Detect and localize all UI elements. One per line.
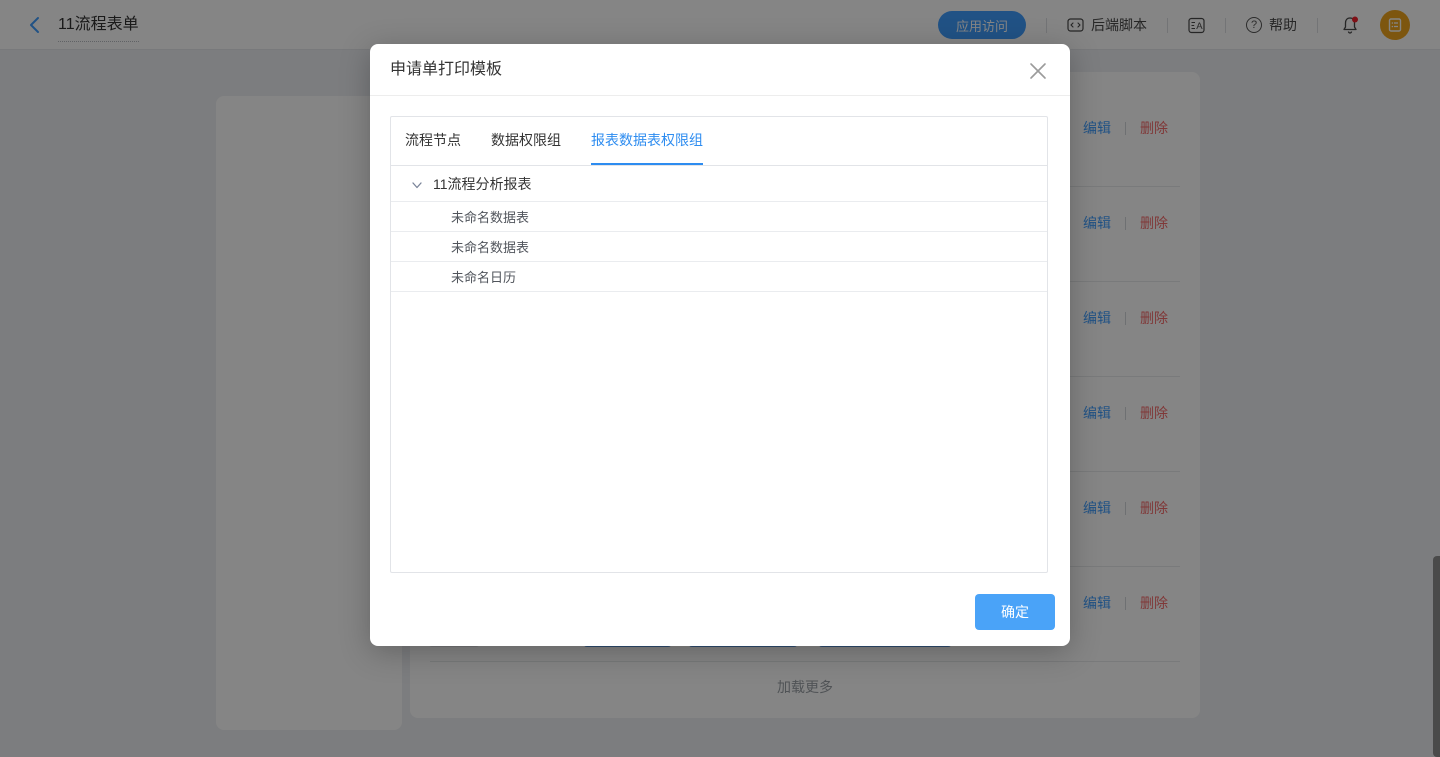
tab-data-permission-group[interactable]: 数据权限组 bbox=[491, 117, 561, 165]
dialog-title: 申请单打印模板 bbox=[390, 44, 502, 96]
permissions-panel: 流程节点 数据权限组 报表数据表权限组 11流程分析报表 未命名数据表 未命名数… bbox=[390, 116, 1048, 573]
tab-process-nodes[interactable]: 流程节点 bbox=[405, 117, 461, 165]
tree-node-report-root[interactable]: 11流程分析报表 bbox=[391, 166, 1047, 202]
tree-leaf-label: 未命名数据表 bbox=[451, 237, 529, 256]
close-icon[interactable] bbox=[1028, 61, 1048, 81]
tree-leaf-datasheet-1[interactable]: 未命名数据表 bbox=[391, 202, 1047, 232]
print-template-dialog: 申请单打印模板 流程节点 数据权限组 报表数据表权限组 11流程分析报表 未命名… bbox=[370, 44, 1070, 646]
dialog-header: 申请单打印模板 bbox=[370, 44, 1070, 96]
tree-leaf-datasheet-2[interactable]: 未命名数据表 bbox=[391, 232, 1047, 262]
tree-node-label: 11流程分析报表 bbox=[433, 174, 532, 194]
app-window: 11流程表单 应用访问 后端脚本 A ? 帮助 bbox=[0, 0, 1440, 757]
confirm-button[interactable]: 确定 bbox=[975, 594, 1055, 630]
tabs-bar: 流程节点 数据权限组 报表数据表权限组 bbox=[391, 117, 1047, 166]
tree-leaf-calendar[interactable]: 未命名日历 bbox=[391, 262, 1047, 292]
chevron-down-icon[interactable] bbox=[411, 178, 423, 190]
tab-report-table-permission-group[interactable]: 报表数据表权限组 bbox=[591, 117, 703, 165]
tree-leaf-label: 未命名日历 bbox=[451, 267, 516, 286]
tree-leaf-label: 未命名数据表 bbox=[451, 207, 529, 226]
